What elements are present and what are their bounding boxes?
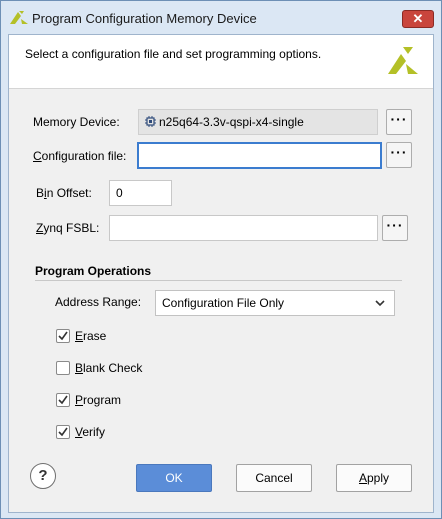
cancel-button[interactable]: Cancel xyxy=(236,464,312,492)
checkbox-box[interactable] xyxy=(56,393,70,407)
apply-button[interactable]: Apply xyxy=(336,464,412,492)
checkmark-icon xyxy=(58,427,68,437)
help-button[interactable]: ? xyxy=(30,463,56,489)
dialog-body: Select a configuration file and set prog… xyxy=(8,34,434,513)
checkmark-icon xyxy=(58,395,68,405)
memory-device-value: n25q64-3.3v-qspi-x4-single xyxy=(159,115,304,129)
zynq-fsbl-input[interactable] xyxy=(109,215,378,241)
memory-device-label: Memory Device: xyxy=(33,115,120,129)
blank-check-label: Blank Check xyxy=(75,361,143,375)
address-range-value: Configuration File Only xyxy=(162,296,285,310)
title-bar: Program Configuration Memory Device ✕ xyxy=(1,1,441,35)
bin-offset-label: Bin Offset: xyxy=(36,186,92,200)
xilinx-logo-icon xyxy=(388,47,418,74)
zynq-fsbl-label: Zynq FSBL: xyxy=(36,221,100,235)
erase-label: Erase xyxy=(75,329,107,343)
ok-button[interactable]: OK xyxy=(136,464,212,492)
zynq-fsbl-browse-button[interactable]: ··· xyxy=(382,215,408,241)
checkmark-icon xyxy=(58,331,68,341)
address-range-label: Address Range: xyxy=(55,295,142,309)
header-description: Select a configuration file and set prog… xyxy=(25,47,322,61)
program-operations-title: Program Operations xyxy=(35,264,152,278)
bin-offset-input[interactable]: 0 xyxy=(109,180,172,206)
chevron-down-icon xyxy=(375,300,385,307)
section-divider xyxy=(35,280,402,281)
memory-device-field: n25q64-3.3v-qspi-x4-single xyxy=(138,109,378,135)
chip-icon xyxy=(145,116,156,127)
checkbox-box[interactable] xyxy=(56,329,70,343)
xilinx-logo-icon xyxy=(10,11,28,24)
close-button[interactable]: ✕ xyxy=(402,10,434,28)
header-band: Select a configuration file and set prog… xyxy=(9,35,433,89)
checkbox-box[interactable] xyxy=(56,361,70,375)
verify-label: Verify xyxy=(75,425,106,439)
checkbox-box[interactable] xyxy=(56,425,70,439)
program-label: Program xyxy=(75,393,122,407)
configuration-file-label: Configuration file: xyxy=(33,149,127,163)
configuration-file-input[interactable] xyxy=(137,142,382,169)
window-title: Program Configuration Memory Device xyxy=(32,11,257,26)
dialog-window: Program Configuration Memory Device ✕ Se… xyxy=(0,0,442,519)
configuration-file-browse-button[interactable]: ··· xyxy=(386,142,412,168)
memory-device-browse-button[interactable]: ··· xyxy=(386,109,412,135)
address-range-select[interactable]: Configuration File Only xyxy=(155,290,395,316)
